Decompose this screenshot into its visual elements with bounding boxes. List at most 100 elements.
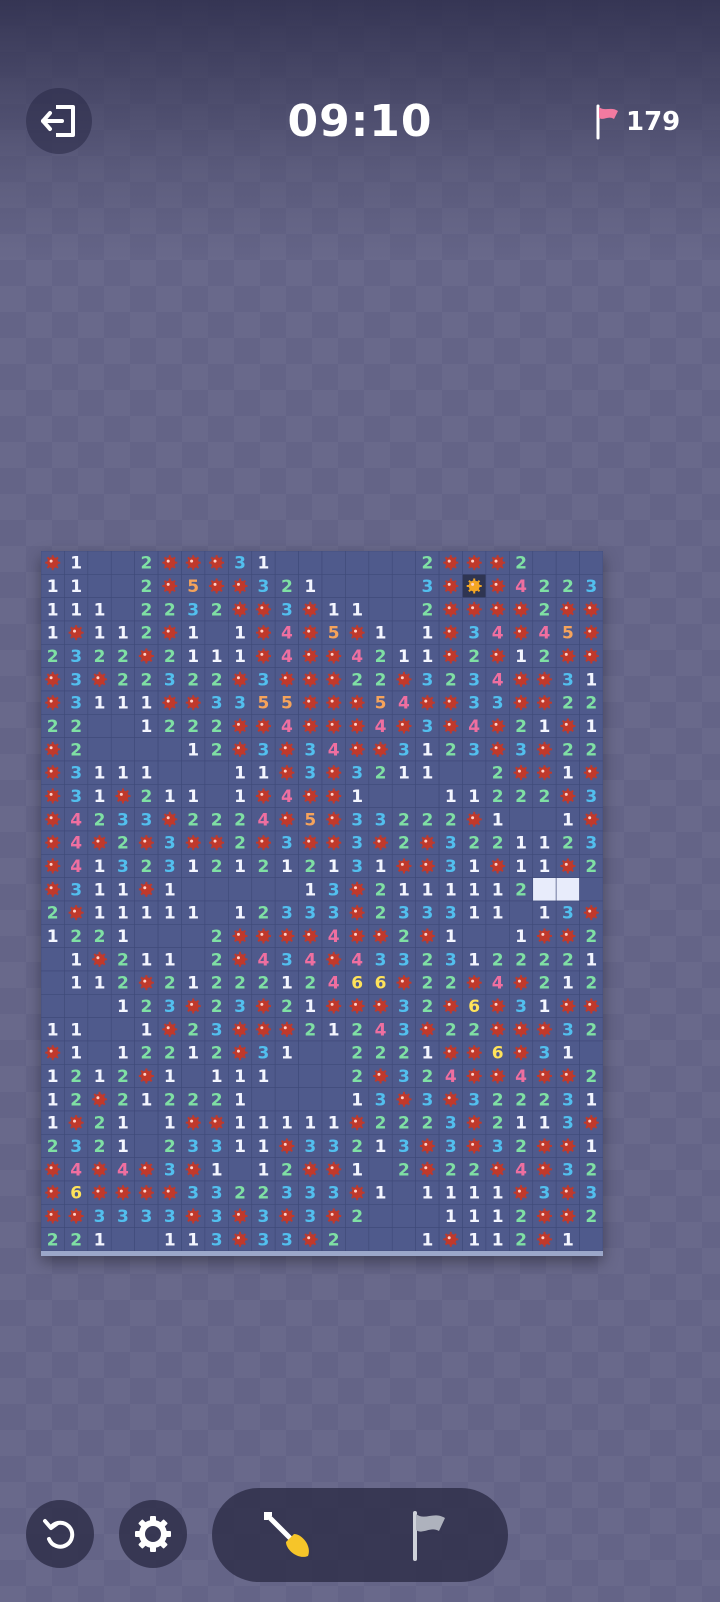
cell[interactable]: 2 xyxy=(204,947,229,972)
cell[interactable]: 2 xyxy=(110,947,135,972)
cell[interactable]: 2 xyxy=(391,1110,416,1135)
cell[interactable] xyxy=(41,1040,65,1065)
cell[interactable] xyxy=(87,714,112,738)
cell[interactable]: 3 xyxy=(415,900,440,925)
cell[interactable]: 1 xyxy=(64,1017,89,1042)
cell[interactable]: 3 xyxy=(64,760,89,785)
cell[interactable]: 3 xyxy=(555,1087,580,1112)
cell[interactable] xyxy=(391,667,416,692)
cell[interactable]: 2 xyxy=(368,760,393,785)
cell[interactable]: 2 xyxy=(345,1064,370,1088)
cell[interactable]: 1 xyxy=(87,690,112,715)
cell[interactable]: 2 xyxy=(532,970,557,995)
cell[interactable] xyxy=(438,760,463,785)
cell[interactable]: 1 xyxy=(87,1064,112,1088)
cell[interactable]: 1 xyxy=(181,644,206,668)
cell[interactable] xyxy=(438,1227,463,1251)
cell[interactable] xyxy=(110,1180,135,1205)
cell[interactable] xyxy=(462,574,487,598)
cell[interactable] xyxy=(345,737,370,762)
cell[interactable]: 2 xyxy=(204,854,229,878)
cell[interactable]: 2 xyxy=(532,1087,557,1112)
cell[interactable]: 1 xyxy=(87,597,112,622)
cell[interactable] xyxy=(485,1017,510,1042)
cell[interactable]: 2 xyxy=(181,1017,206,1042)
cell[interactable]: 3 xyxy=(228,551,253,575)
cell[interactable] xyxy=(251,877,276,902)
cell[interactable] xyxy=(321,947,346,972)
cell[interactable]: 1 xyxy=(181,970,206,995)
cell[interactable] xyxy=(532,1157,557,1182)
cell[interactable] xyxy=(87,947,112,972)
cell[interactable]: 1 xyxy=(485,807,510,832)
cell[interactable] xyxy=(298,1227,323,1251)
cell[interactable]: 1 xyxy=(251,1110,276,1135)
cell[interactable]: 5 xyxy=(368,690,393,715)
cell[interactable]: 2 xyxy=(532,947,557,972)
cell[interactable]: 1 xyxy=(579,667,603,692)
cell[interactable]: 2 xyxy=(345,1204,370,1228)
cell[interactable]: 1 xyxy=(157,784,182,808)
cell[interactable]: 1 xyxy=(532,994,557,1018)
cell[interactable]: 2 xyxy=(274,994,299,1018)
cell[interactable]: 1 xyxy=(41,620,65,645)
cell[interactable] xyxy=(181,1110,206,1135)
cell[interactable] xyxy=(64,994,89,1018)
cell[interactable] xyxy=(41,667,65,692)
cell[interactable] xyxy=(485,994,510,1018)
cell[interactable]: 1 xyxy=(110,994,135,1018)
cell[interactable]: 2 xyxy=(41,644,65,668)
cell[interactable] xyxy=(368,830,393,855)
cell[interactable]: 1 xyxy=(345,1157,370,1182)
cell[interactable]: 2 xyxy=(134,854,159,878)
cell[interactable] xyxy=(110,597,135,622)
cell[interactable] xyxy=(181,1204,206,1228)
cell[interactable] xyxy=(485,854,510,878)
cell[interactable] xyxy=(181,1157,206,1182)
cell[interactable] xyxy=(41,784,65,808)
cell[interactable] xyxy=(251,784,276,808)
cell[interactable] xyxy=(87,1017,112,1042)
cell[interactable]: 2 xyxy=(134,620,159,645)
cell[interactable]: 3 xyxy=(555,1110,580,1135)
cell[interactable] xyxy=(228,574,253,598)
cell[interactable]: 1 xyxy=(110,1110,135,1135)
cell[interactable]: 2 xyxy=(87,807,112,832)
cell[interactable] xyxy=(579,1110,603,1135)
cell[interactable] xyxy=(532,1017,557,1042)
cell[interactable]: 2 xyxy=(110,644,135,668)
cell[interactable]: 4 xyxy=(462,714,487,738)
cell[interactable]: 4 xyxy=(298,947,323,972)
cell[interactable]: 1 xyxy=(555,970,580,995)
cell[interactable] xyxy=(87,1087,112,1112)
cell[interactable] xyxy=(555,854,580,878)
cell[interactable]: 1 xyxy=(64,970,89,995)
cell[interactable] xyxy=(228,1157,253,1182)
cell[interactable] xyxy=(41,1157,65,1182)
cell[interactable]: 3 xyxy=(110,854,135,878)
cell[interactable]: 1 xyxy=(251,1157,276,1182)
cell[interactable]: 1 xyxy=(228,760,253,785)
cell[interactable] xyxy=(368,1157,393,1182)
cell[interactable]: 3 xyxy=(181,1134,206,1158)
cell[interactable]: 2 xyxy=(181,714,206,738)
cell[interactable]: 6 xyxy=(462,994,487,1018)
cell[interactable]: 1 xyxy=(532,830,557,855)
cell[interactable]: 1 xyxy=(41,924,65,948)
cell[interactable]: 2 xyxy=(298,854,323,878)
cell[interactable]: 1 xyxy=(181,737,206,762)
cell[interactable]: 2 xyxy=(391,924,416,948)
cell[interactable] xyxy=(274,667,299,692)
cell[interactable]: 1 xyxy=(462,784,487,808)
cell[interactable]: 1 xyxy=(157,877,182,902)
cell[interactable] xyxy=(462,1040,487,1065)
cell[interactable]: 3 xyxy=(251,574,276,598)
cell[interactable]: 3 xyxy=(509,737,534,762)
cell[interactable]: 2 xyxy=(579,854,603,878)
cell[interactable]: 2 xyxy=(485,760,510,785)
cell[interactable] xyxy=(298,690,323,715)
cell[interactable]: 2 xyxy=(579,690,603,715)
cell[interactable] xyxy=(134,737,159,762)
cell[interactable] xyxy=(41,970,65,995)
cell[interactable] xyxy=(555,924,580,948)
